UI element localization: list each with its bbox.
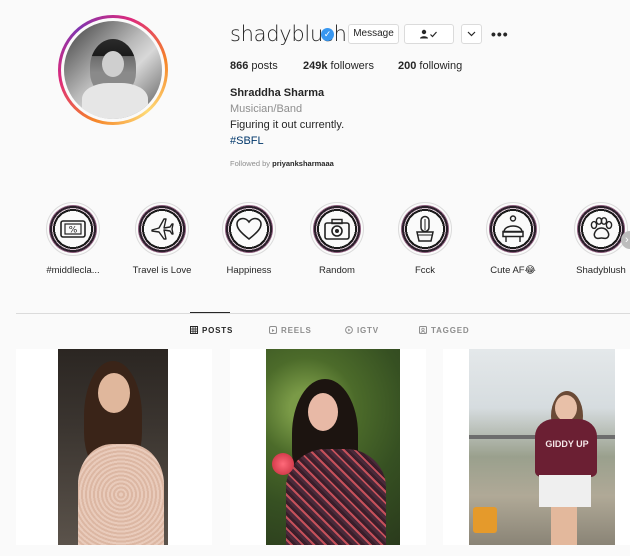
- tab-posts[interactable]: POSTS: [190, 325, 234, 335]
- posts-label: posts: [251, 60, 278, 72]
- post-shirt-text: GIDDY UP: [545, 439, 589, 449]
- camera-icon: [324, 218, 350, 240]
- highlight-ring: [574, 202, 628, 256]
- highlight-item[interactable]: % #middlecla...: [38, 202, 108, 276]
- highlight-item[interactable]: Travel is Love: [127, 202, 197, 276]
- avatar-photo: [64, 21, 162, 119]
- following-count: 200: [398, 60, 417, 72]
- followed-by[interactable]: Followed by priyanksharmaaa: [230, 159, 334, 168]
- highlight-label: #middlecla...: [46, 265, 100, 276]
- following-button[interactable]: [404, 24, 454, 44]
- beanie-icon: [502, 215, 524, 242]
- highlight-cover: [313, 205, 361, 253]
- reels-icon: [269, 325, 277, 334]
- highlight-cover: [577, 205, 625, 253]
- tab-igtv[interactable]: IGTV: [345, 325, 379, 335]
- post-subject-face: [555, 395, 577, 421]
- highlight-ring: [398, 202, 452, 256]
- highlight-cover: [225, 205, 273, 253]
- profile-avatar[interactable]: [58, 15, 168, 125]
- highlight-cover: %: [49, 205, 97, 253]
- highlight-cover: [489, 205, 537, 253]
- igtv-icon: [345, 325, 353, 334]
- highlight-item[interactable]: Happiness: [214, 202, 284, 276]
- tab-label: REELS: [281, 326, 312, 335]
- tab-label: POSTS: [202, 326, 234, 335]
- bio-hashtag-link[interactable]: #SBFL: [230, 135, 264, 147]
- followers-label: followers: [330, 60, 374, 72]
- grid-icon: [190, 325, 198, 334]
- cactus-icon: [416, 215, 434, 242]
- highlight-ring: [486, 202, 540, 256]
- post-thumbnail[interactable]: GIDDY UP: [443, 349, 630, 545]
- highlight-cover: [138, 205, 186, 253]
- posts-count: 866: [230, 60, 249, 72]
- profile-category: Musician/Band: [230, 103, 303, 115]
- svg-text:%: %: [69, 226, 78, 236]
- post-subject-top: [286, 449, 386, 545]
- highlight-item[interactable]: Cute AF😂: [478, 202, 548, 276]
- tab-reels[interactable]: REELS: [269, 325, 312, 335]
- paw-icon: [590, 217, 613, 240]
- highlight-label: Random: [319, 265, 355, 276]
- tab-tagged[interactable]: TAGGED: [419, 325, 470, 335]
- highlight-cover: [401, 205, 449, 253]
- followed-by-prefix: Followed by: [230, 159, 273, 168]
- followers-count: 249k: [303, 60, 328, 72]
- post-thumbnail[interactable]: [230, 349, 426, 545]
- tagged-icon: [419, 325, 427, 334]
- posts-count-stat: 866 posts: [230, 60, 278, 72]
- highlight-ring: %: [46, 202, 100, 256]
- highlight-label: Happiness: [226, 265, 272, 276]
- avatar-face: [102, 51, 124, 77]
- more-options-icon[interactable]: •••: [491, 26, 509, 42]
- tab-label: IGTV: [357, 326, 379, 335]
- tabs-divider: [16, 313, 630, 314]
- suggested-accounts-button[interactable]: [461, 24, 482, 44]
- avatar-frame: [61, 18, 165, 122]
- highlight-ring: [310, 202, 364, 256]
- highlight-label: Travel is Love: [132, 265, 192, 276]
- highlight-ring: [135, 202, 189, 256]
- highlight-item[interactable]: Random: [302, 202, 372, 276]
- person-check-icon: [420, 29, 437, 39]
- post-thumbnail[interactable]: [16, 349, 212, 545]
- airplane-icon: [151, 218, 174, 240]
- profile-full-name: Shraddha Sharma: [230, 87, 325, 99]
- highlight-label: Cute AF😂: [490, 265, 536, 276]
- followed-by-name: priyanksharmaaa: [272, 159, 334, 168]
- post-subject-legs: [551, 507, 577, 545]
- post-subject-face: [98, 373, 130, 413]
- tab-label: TAGGED: [431, 326, 470, 335]
- avatar-body: [82, 83, 148, 119]
- post-subject-dress: [78, 444, 164, 545]
- heart-icon: [236, 217, 262, 241]
- highlight-item[interactable]: Fcck: [390, 202, 460, 276]
- verified-badge-icon: ✓: [321, 28, 334, 41]
- following-stat[interactable]: 200 following: [398, 60, 462, 72]
- followers-stat[interactable]: 249k followers: [303, 60, 374, 72]
- ticket-icon: %: [60, 220, 86, 238]
- highlight-label: Fcck: [414, 265, 436, 276]
- post-rose: [272, 453, 294, 475]
- active-tab-indicator: [190, 312, 230, 313]
- profile-bio: Figuring it out currently.: [230, 119, 345, 131]
- message-button[interactable]: Message: [348, 24, 399, 44]
- chevron-down-icon: [467, 31, 476, 37]
- following-label: following: [419, 60, 463, 72]
- post-subject-face: [308, 393, 338, 431]
- post-subject-skirt: [539, 475, 591, 507]
- post-bag: [473, 507, 497, 533]
- highlight-ring: [222, 202, 276, 256]
- highlight-label: Shadyblush: [576, 265, 626, 276]
